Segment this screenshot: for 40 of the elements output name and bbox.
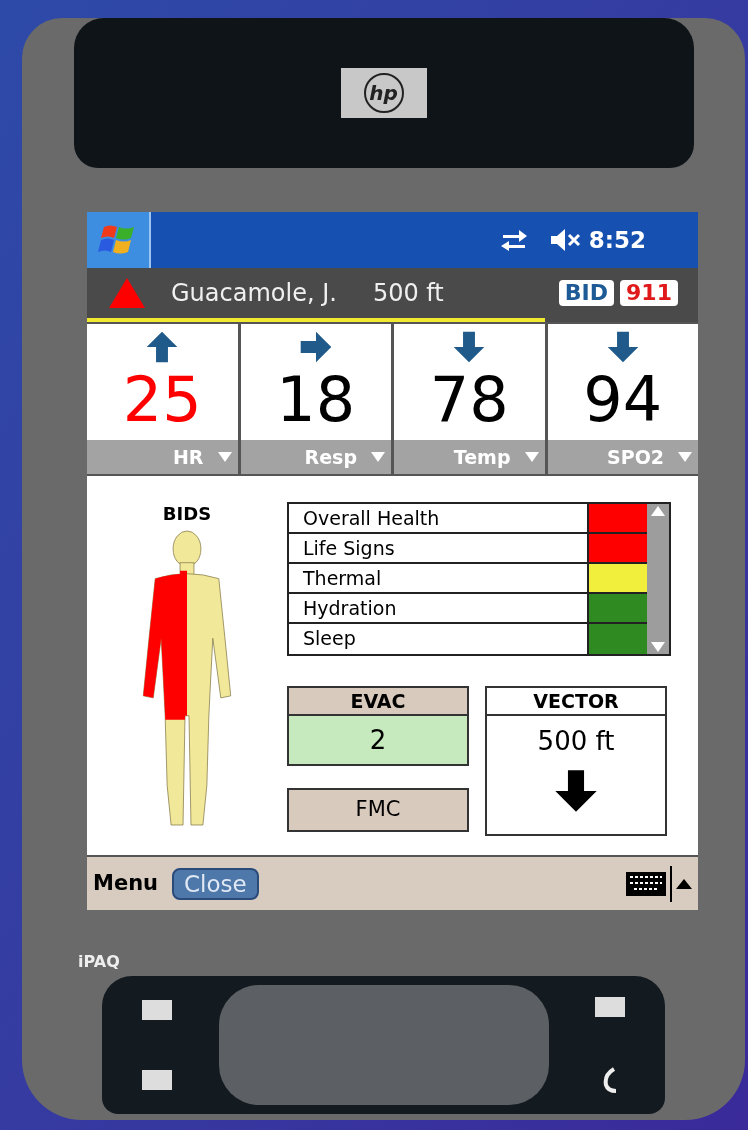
start-button[interactable] xyxy=(87,212,151,268)
fmc-button[interactable]: FMC xyxy=(287,788,469,832)
speaker-muted-icon xyxy=(548,227,583,253)
vital-label: HR xyxy=(172,444,204,470)
dropdown-caret-icon xyxy=(371,452,385,462)
clock-time: 8:52 xyxy=(588,225,646,255)
vital-sign-tile[interactable]: 18 Resp xyxy=(240,324,391,474)
keyboard-icon[interactable] xyxy=(626,871,666,896)
evac-title: EVAC xyxy=(289,688,467,716)
vital-label: Resp xyxy=(304,444,357,470)
evac-value: 2 xyxy=(289,716,467,764)
phone-handset-icon[interactable] xyxy=(602,1067,618,1093)
vector-distance: 500 ft xyxy=(537,725,615,758)
status-badge[interactable]: 911 xyxy=(620,280,678,306)
dropdown-caret-icon xyxy=(678,452,692,462)
vital-sign-tile[interactable]: 94 SPO2 xyxy=(547,324,698,474)
dropdown-caret-icon xyxy=(524,452,539,462)
navigation-pad[interactable] xyxy=(218,985,549,1105)
scroll-down-icon xyxy=(651,642,665,652)
hp-logo: hp xyxy=(363,73,404,113)
model-label: iPAQ xyxy=(78,951,121,973)
patient-name: Guacamole, J. xyxy=(171,278,337,309)
scrollbar[interactable] xyxy=(647,504,669,654)
close-button[interactable]: Close xyxy=(172,867,259,900)
vital-value: 25 xyxy=(122,364,202,436)
vital-value: 18 xyxy=(276,364,356,436)
status-badge[interactable]: BID xyxy=(558,280,615,306)
scroll-up-icon xyxy=(651,506,665,516)
vital-label: Temp xyxy=(453,444,511,470)
menu-softkey[interactable]: Menu xyxy=(93,867,159,900)
dropdown-caret-icon xyxy=(217,452,232,462)
vital-value: 78 xyxy=(429,364,509,436)
bids-title: BIDS xyxy=(162,502,212,526)
vital-sign-tile[interactable]: 78 Temp xyxy=(394,324,545,474)
patient-distance: 500 ft xyxy=(372,278,444,309)
vital-value: 94 xyxy=(583,364,663,436)
vital-sign-tile[interactable]: 25 HR xyxy=(87,324,238,474)
vital-label: SPO2 xyxy=(607,444,664,470)
vector-title: VECTOR xyxy=(487,688,665,716)
up-caret-icon[interactable] xyxy=(676,878,692,889)
